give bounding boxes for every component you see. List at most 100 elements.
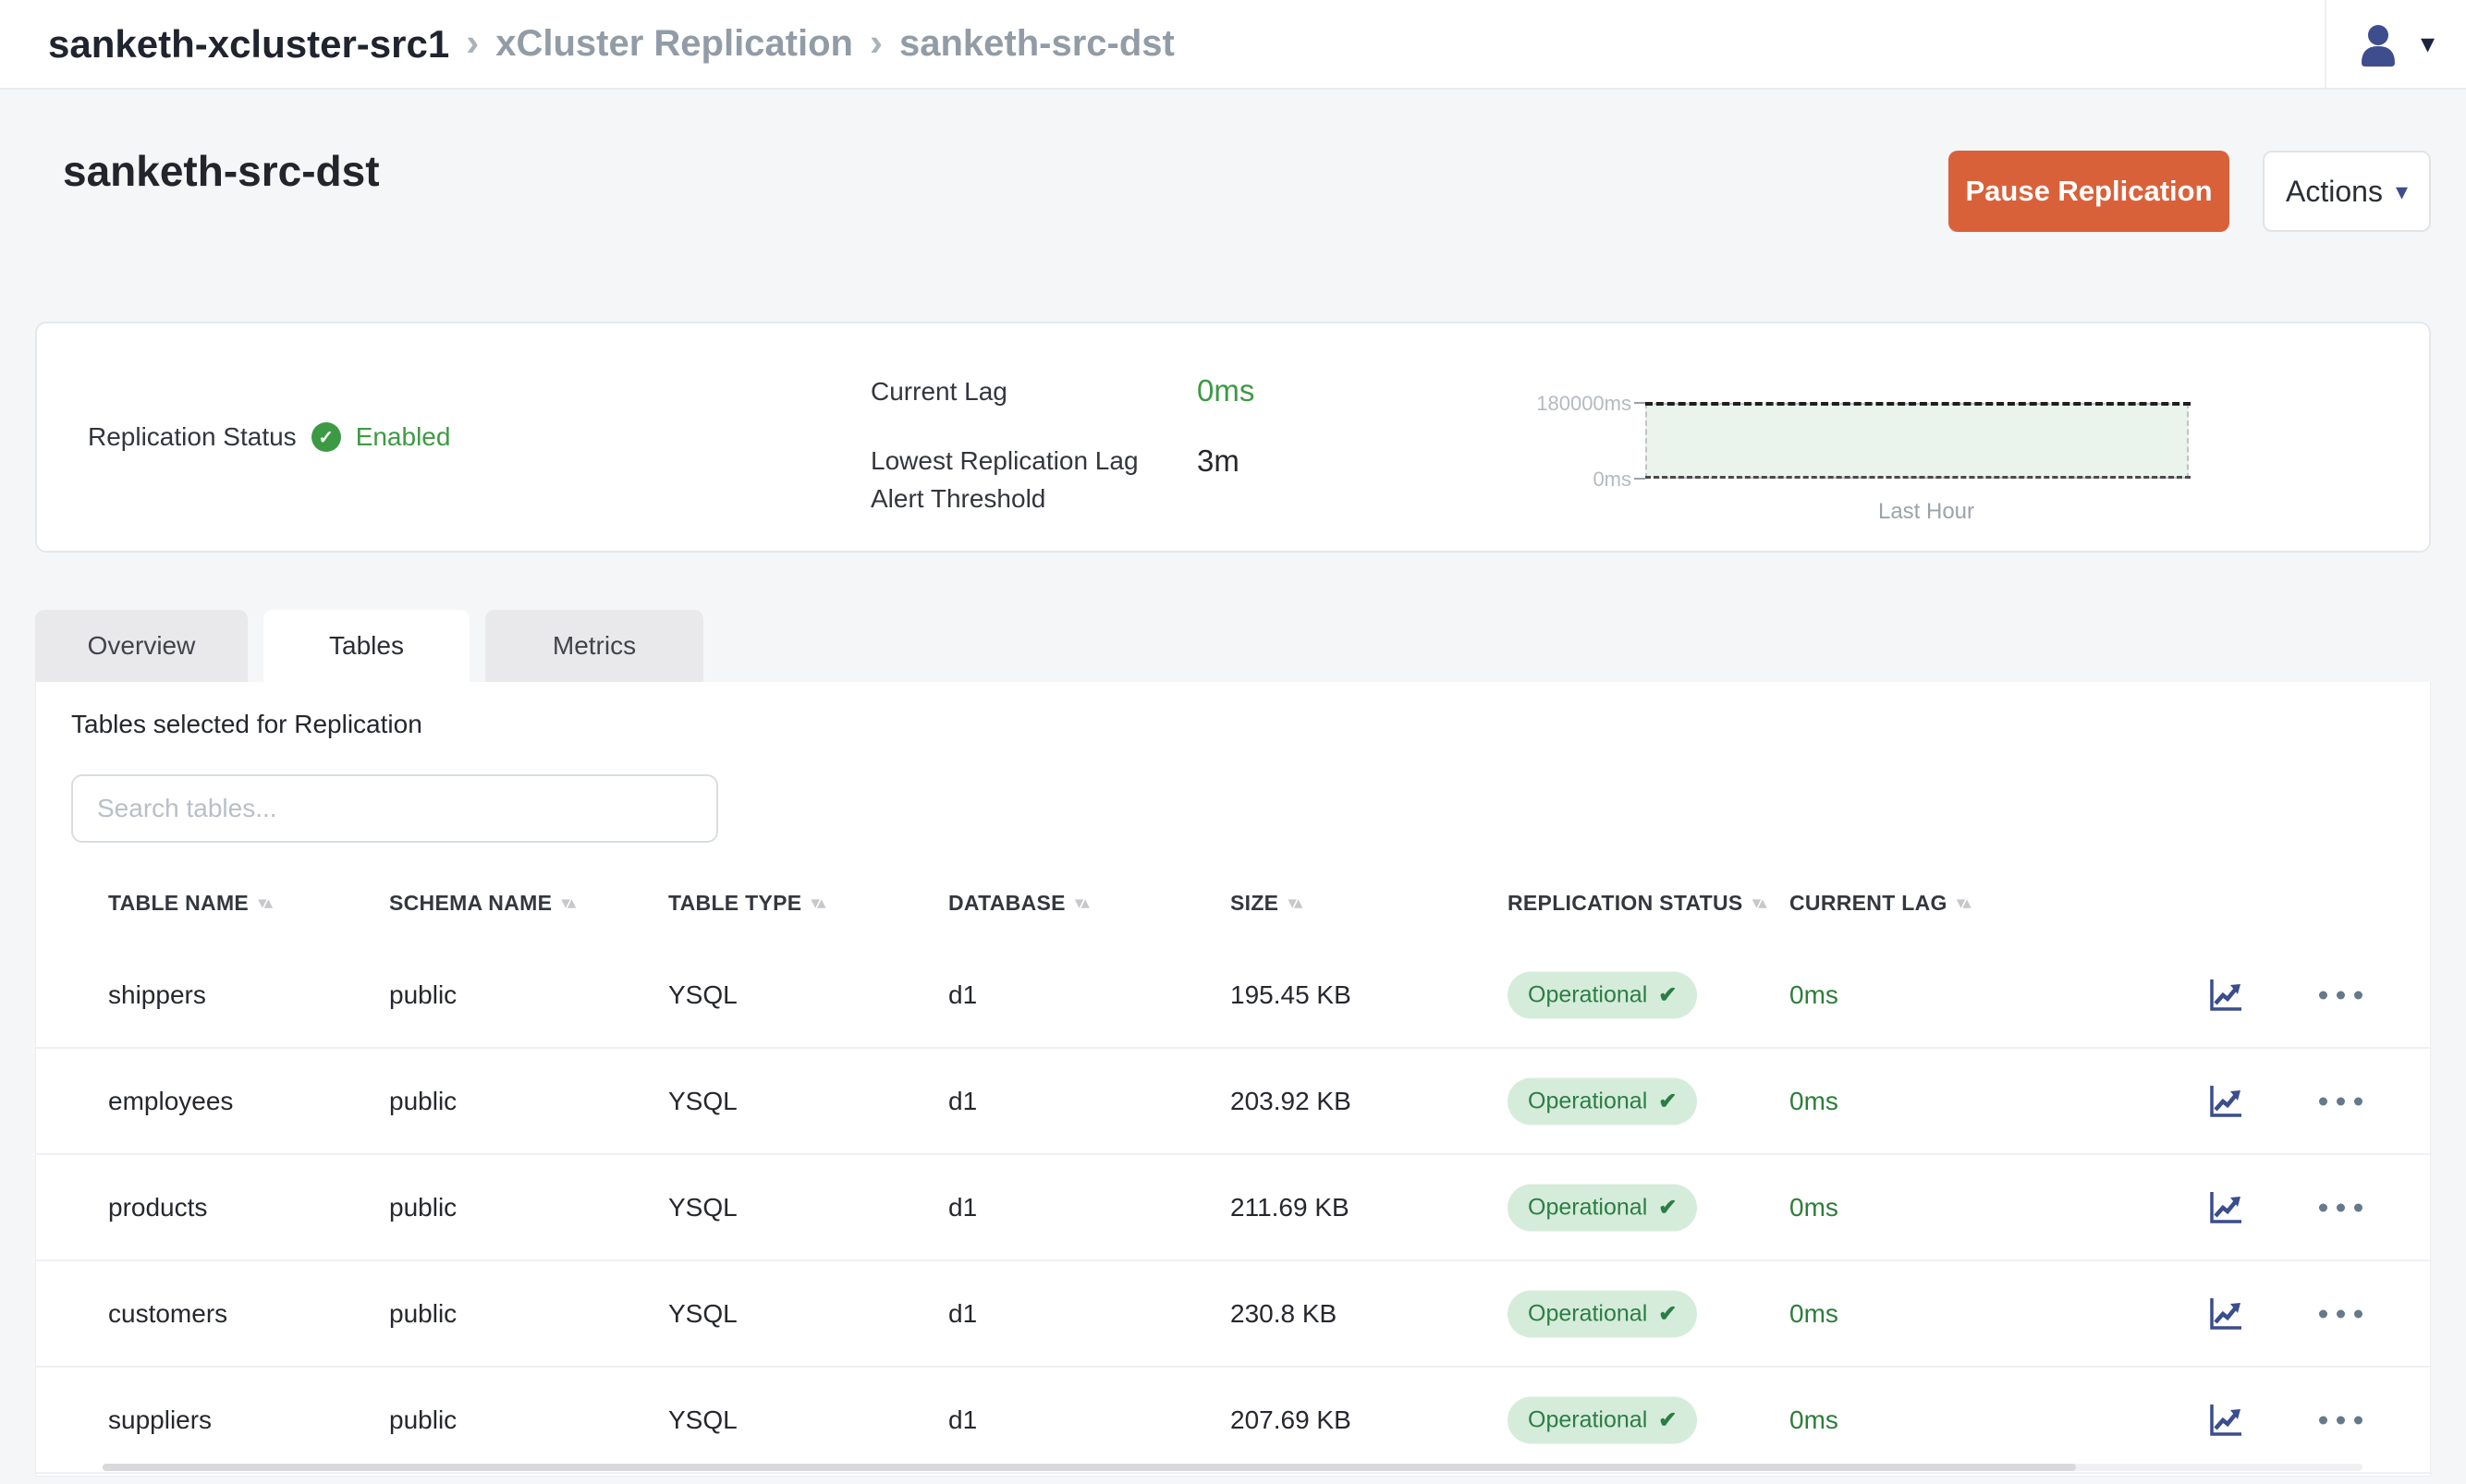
sort-icon: ▾▴ [1957,893,1969,914]
horizontal-scrollbar-thumb[interactable] [103,1464,2076,1471]
cell-table-name: shippers [108,980,206,1010]
status-badge: Operational✔ [1508,971,1697,1018]
column-header-replication-status[interactable]: REPLICATION STATUS ▾▴ [1508,891,1764,916]
axis-tick [1634,478,1645,480]
table-row[interactable]: shippers public YSQL d1 195.45 KB Operat… [36,943,2432,1049]
cell-database: d1 [948,980,977,1010]
cell-table-type: YSQL [668,1299,738,1329]
cell-size: 211.69 KB [1230,1193,1349,1222]
cell-table-name: suppliers [108,1405,212,1435]
breadcrumb: sanketh-xcluster-src1 › xCluster Replica… [0,22,1175,67]
column-header-schema-name[interactable]: SCHEMA NAME ▾▴ [389,891,573,916]
sort-icon: ▾▴ [561,893,573,914]
cell-schema-name: public [389,1405,457,1435]
column-header-current-lag[interactable]: CURRENT LAG ▾▴ [1789,891,1969,916]
trend-chart-icon [2205,1400,2246,1441]
check-icon: ✔ [1658,1300,1677,1327]
tab-metrics[interactable]: Metrics [485,610,703,682]
column-header-database[interactable]: DATABASE ▾▴ [948,891,1087,916]
cell-database: d1 [948,1299,977,1329]
row-more-actions-button[interactable] [2312,1089,2370,1113]
row-more-actions-button[interactable] [2312,983,2370,1006]
check-icon: ✔ [1658,1194,1677,1221]
cell-size: 203.92 KB [1230,1087,1351,1116]
cell-database: d1 [948,1193,977,1222]
chevron-right-icon: › [870,20,883,65]
row-metrics-chart-button[interactable] [2205,1081,2246,1122]
row-more-actions-button[interactable] [2312,1302,2370,1325]
table-row[interactable]: products public YSQL d1 211.69 KB Operat… [36,1155,2432,1261]
column-header-table-type[interactable]: TABLE TYPE ▾▴ [668,891,824,916]
actions-button[interactable]: Actions ▾ [2263,151,2431,232]
tables-panel: Tables selected for Replication TABLE NA… [35,682,2431,1477]
caret-down-icon: ▾ [2421,28,2435,60]
axis-tick [1634,402,1645,404]
check-icon: ✔ [1658,1088,1677,1114]
row-metrics-chart-button[interactable] [2205,975,2246,1016]
ellipsis-icon [2319,1203,2327,1211]
table-row[interactable]: customers public YSQL d1 230.8 KB Operat… [36,1261,2432,1368]
replication-status-label: Replication Status [88,422,297,452]
lag-chart-ymin-label: 0ms [1460,468,1631,492]
ellipsis-icon [2319,1416,2327,1424]
table-row[interactable]: employees public YSQL d1 203.92 KB Opera… [36,1049,2432,1155]
ellipsis-icon [2319,991,2327,999]
sort-icon: ▾▴ [258,893,270,914]
row-metrics-chart-button[interactable] [2205,1187,2246,1228]
horizontal-scrollbar-track [103,1464,2362,1471]
table-row[interactable]: suppliers public YSQL d1 207.69 KB Opera… [36,1368,2432,1474]
trend-chart-icon [2205,1081,2246,1122]
column-header-table-name[interactable]: TABLE NAME ▾▴ [108,891,270,916]
breadcrumb-current-page[interactable]: sanketh-src-dst [899,23,1175,65]
user-menu[interactable]: ▾ [2326,20,2466,68]
cell-current-lag: 0ms [1789,980,1838,1010]
lag-threshold-value: 3m [1197,444,1239,479]
cell-table-name: employees [108,1087,233,1116]
chevron-right-icon: › [466,20,479,65]
column-header-size[interactable]: SIZE ▾▴ [1230,891,1300,916]
row-more-actions-button[interactable] [2312,1196,2370,1219]
status-badge: Operational✔ [1508,1077,1697,1125]
lag-threshold-label: Lowest Replication Lag Alert Threshold [871,442,1176,517]
detail-tabs: Overview Tables Metrics [35,610,703,682]
cell-database: d1 [948,1405,977,1435]
actions-button-label: Actions [2286,175,2383,209]
breadcrumb-universe[interactable]: sanketh-xcluster-src1 [48,22,449,67]
top-navigation-bar: sanketh-xcluster-src1 › xCluster Replica… [0,0,2466,90]
row-more-actions-button[interactable] [2312,1408,2370,1431]
lag-chart-xlabel: Last Hour [1825,499,2028,525]
cell-table-name: customers [108,1299,227,1329]
lag-chart-ymax-label: 180000ms [1460,392,1631,416]
lag-current-line [1645,476,2191,479]
table-body: shippers public YSQL d1 195.45 KB Operat… [36,943,2432,1474]
topbar-divider [2325,0,2326,88]
status-badge: Operational✔ [1508,1290,1697,1337]
sort-icon: ▾▴ [811,893,823,914]
pause-replication-button[interactable]: Pause Replication [1948,151,2229,232]
cell-current-lag: 0ms [1789,1299,1838,1329]
trend-chart-icon [2205,1294,2246,1334]
table-header-row: TABLE NAME ▾▴ SCHEMA NAME ▾▴ TABLE TYPE … [36,878,2432,933]
cell-current-lag: 0ms [1789,1405,1838,1435]
row-metrics-chart-button[interactable] [2205,1400,2246,1441]
sort-icon: ▾▴ [1075,893,1087,914]
cell-schema-name: public [389,1193,457,1222]
tab-overview[interactable]: Overview [35,610,248,682]
search-tables-input[interactable] [71,774,718,843]
check-circle-icon: ✓ [311,422,341,452]
cell-table-type: YSQL [668,980,738,1010]
cell-schema-name: public [389,980,457,1010]
cell-size: 207.69 KB [1230,1405,1351,1435]
replication-status-card: Replication Status ✓ Enabled Current Lag… [35,322,2431,553]
tab-tables[interactable]: Tables [263,610,470,682]
current-lag-value: 0ms [1197,373,1254,408]
cell-size: 195.45 KB [1230,980,1351,1010]
lag-mini-chart [1645,403,2189,479]
row-metrics-chart-button[interactable] [2205,1294,2246,1334]
sort-icon: ▾▴ [1288,893,1300,914]
user-icon [2354,20,2402,68]
cell-table-type: YSQL [668,1405,738,1435]
tables-panel-heading: Tables selected for Replication [71,710,422,739]
cell-current-lag: 0ms [1789,1193,1838,1222]
breadcrumb-xcluster-replication[interactable]: xCluster Replication [495,23,853,65]
